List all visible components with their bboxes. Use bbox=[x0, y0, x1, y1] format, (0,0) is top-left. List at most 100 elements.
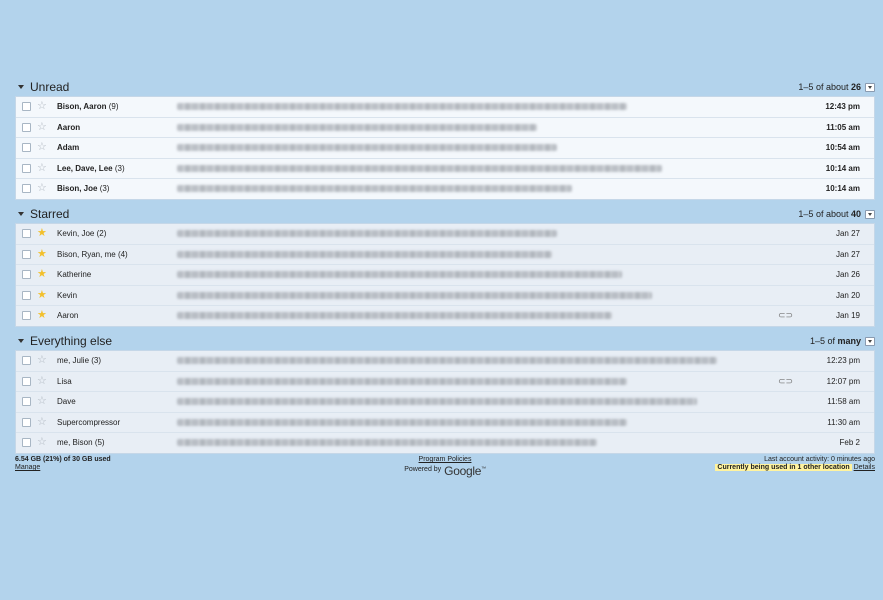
message-row[interactable]: ★ Aaron ⊂⊃ Jan 19 bbox=[16, 306, 874, 326]
google-logo: Google™ bbox=[444, 464, 486, 478]
select-checkbox[interactable] bbox=[22, 122, 31, 132]
message-date: 11:05 am bbox=[826, 122, 860, 132]
message-date: Jan 27 bbox=[835, 229, 860, 239]
sender: Kevin, Joe (2) bbox=[57, 229, 107, 239]
select-checkbox[interactable] bbox=[22, 376, 31, 386]
section-unread: Unread 1–5 of about 26 ☆ Bison, Aaron (9)… bbox=[15, 78, 875, 200]
message-snippet-redacted bbox=[177, 142, 778, 153]
message-row[interactable]: ★ Kevin Jan 20 bbox=[16, 286, 874, 306]
message-snippet-redacted bbox=[177, 228, 778, 239]
sender: Dave bbox=[57, 397, 76, 407]
sender: Aaron bbox=[57, 311, 79, 321]
star-filled-icon[interactable]: ★ bbox=[37, 248, 49, 260]
message-date: 10:54 am bbox=[825, 143, 860, 153]
message-row[interactable]: ☆ Lee, Dave, Lee (3) 10:14 am bbox=[16, 159, 874, 179]
message-date: Jan 26 bbox=[835, 270, 860, 280]
star-outline-icon[interactable]: ☆ bbox=[37, 375, 49, 387]
message-row[interactable]: ☆ Adam 10:54 am bbox=[16, 138, 874, 159]
message-row[interactable]: ★ Katherine Jan 26 bbox=[16, 265, 874, 286]
star-outline-icon[interactable]: ☆ bbox=[37, 355, 49, 366]
select-checkbox[interactable] bbox=[22, 143, 31, 153]
section-header-unread[interactable]: Unread 1–5 of about 26 bbox=[15, 78, 875, 96]
message-snippet-redacted bbox=[177, 417, 778, 428]
star-filled-icon[interactable]: ★ bbox=[37, 289, 49, 301]
select-checkbox[interactable] bbox=[22, 311, 31, 321]
message-date: 10:14 am bbox=[825, 184, 860, 194]
last-activity-text: Last account activity: 0 minutes ago bbox=[764, 456, 875, 463]
message-row[interactable]: ☆ Lisa ⊂⊃ 12:07 pm bbox=[16, 372, 874, 392]
section-menu-button[interactable] bbox=[865, 209, 875, 219]
attachment-icon: ⊂⊃ bbox=[778, 375, 794, 386]
message-row[interactable]: ☆ Supercompressor 11:30 am bbox=[16, 413, 874, 433]
select-checkbox[interactable] bbox=[22, 270, 31, 280]
sender: Lisa bbox=[57, 376, 72, 386]
section-title: Unread bbox=[30, 80, 70, 94]
section-count: 1–5 of about 40 bbox=[798, 209, 861, 219]
message-date: Feb 2 bbox=[839, 438, 860, 448]
section-header-everything-else[interactable]: Everything else 1–5 of many bbox=[15, 332, 875, 350]
message-date: Jan 19 bbox=[835, 311, 860, 321]
message-snippet-redacted bbox=[177, 269, 778, 280]
select-checkbox[interactable] bbox=[22, 438, 31, 448]
star-outline-icon[interactable]: ☆ bbox=[37, 437, 49, 448]
account-activity: Last account activity: 0 minutes ago Cur… bbox=[715, 456, 875, 472]
sender: Katherine bbox=[57, 270, 92, 280]
sender: Aaron bbox=[57, 122, 81, 132]
star-filled-icon[interactable]: ★ bbox=[37, 269, 49, 280]
star-outline-icon[interactable]: ☆ bbox=[37, 416, 49, 428]
message-snippet-redacted bbox=[177, 376, 778, 387]
select-checkbox[interactable] bbox=[22, 184, 31, 194]
star-outline-icon[interactable]: ☆ bbox=[37, 183, 49, 194]
star-filled-icon[interactable]: ★ bbox=[37, 228, 49, 239]
message-row[interactable]: ★ Kevin, Joe (2) Jan 27 bbox=[16, 224, 874, 245]
message-row[interactable]: ★ Bison, Ryan, me (4) Jan 27 bbox=[16, 245, 874, 265]
program-policies-link[interactable]: Program Policies bbox=[419, 456, 472, 463]
collapse-triangle-icon[interactable] bbox=[18, 339, 24, 343]
message-snippet-redacted bbox=[177, 310, 778, 321]
sender: Adam bbox=[57, 143, 80, 153]
sender: Bison, Aaron (9) bbox=[57, 102, 119, 112]
message-list: ★ Kevin, Joe (2) Jan 27 ★ Bison, Ryan, me (4… bbox=[15, 223, 875, 327]
select-checkbox[interactable] bbox=[22, 417, 31, 427]
star-outline-icon[interactable]: ☆ bbox=[37, 101, 49, 112]
star-outline-icon[interactable]: ☆ bbox=[37, 396, 49, 407]
select-checkbox[interactable] bbox=[22, 102, 31, 112]
section-menu-button[interactable] bbox=[865, 82, 875, 92]
message-row[interactable]: ☆ me, Bison (5) Feb 2 bbox=[16, 433, 874, 453]
select-checkbox[interactable] bbox=[22, 163, 31, 173]
message-snippet-redacted bbox=[177, 290, 778, 301]
message-snippet-redacted bbox=[177, 122, 778, 133]
message-row[interactable]: ☆ Dave 11:58 am bbox=[16, 392, 874, 413]
star-outline-icon[interactable]: ☆ bbox=[37, 162, 49, 174]
message-row[interactable]: ☆ me, Julie (3) 12:23 pm bbox=[16, 351, 874, 372]
sender: Kevin bbox=[57, 290, 78, 300]
message-row[interactable]: ☆ Bison, Aaron (9) 12:43 pm bbox=[16, 97, 874, 118]
message-snippet-redacted bbox=[177, 396, 778, 407]
message-row[interactable]: ☆ Aaron 11:05 am bbox=[16, 118, 874, 138]
section-count: 1–5 of many bbox=[809, 336, 861, 346]
section-title: Everything else bbox=[30, 334, 113, 348]
section-menu-button[interactable] bbox=[865, 336, 875, 346]
message-date: 11:30 am bbox=[827, 417, 860, 427]
message-date: Jan 27 bbox=[835, 249, 860, 259]
star-outline-icon[interactable]: ☆ bbox=[37, 142, 49, 153]
star-outline-icon[interactable]: ☆ bbox=[37, 121, 49, 133]
other-location-notice: Currently being used in 1 other location bbox=[715, 464, 852, 471]
message-date: 10:14 am bbox=[825, 163, 860, 173]
section-title: Starred bbox=[30, 207, 70, 221]
select-checkbox[interactable] bbox=[22, 356, 31, 366]
message-snippet-redacted bbox=[177, 249, 778, 260]
collapse-triangle-icon[interactable] bbox=[18, 212, 24, 216]
message-snippet-redacted bbox=[177, 437, 778, 448]
select-checkbox[interactable] bbox=[22, 290, 31, 300]
select-checkbox[interactable] bbox=[22, 229, 31, 239]
message-row[interactable]: ☆ Bison, Joe (3) 10:14 am bbox=[16, 179, 874, 199]
select-checkbox[interactable] bbox=[22, 397, 31, 407]
inbox-page: Unread 1–5 of about 26 ☆ Bison, Aaron (9)… bbox=[0, 0, 883, 600]
select-checkbox[interactable] bbox=[22, 249, 31, 259]
section-header-starred[interactable]: Starred 1–5 of about 40 bbox=[15, 205, 875, 223]
powered-by: Powered by Google™ bbox=[404, 464, 486, 478]
details-link[interactable]: Details bbox=[854, 464, 875, 471]
star-filled-icon[interactable]: ★ bbox=[37, 310, 49, 321]
collapse-triangle-icon[interactable] bbox=[18, 85, 24, 89]
